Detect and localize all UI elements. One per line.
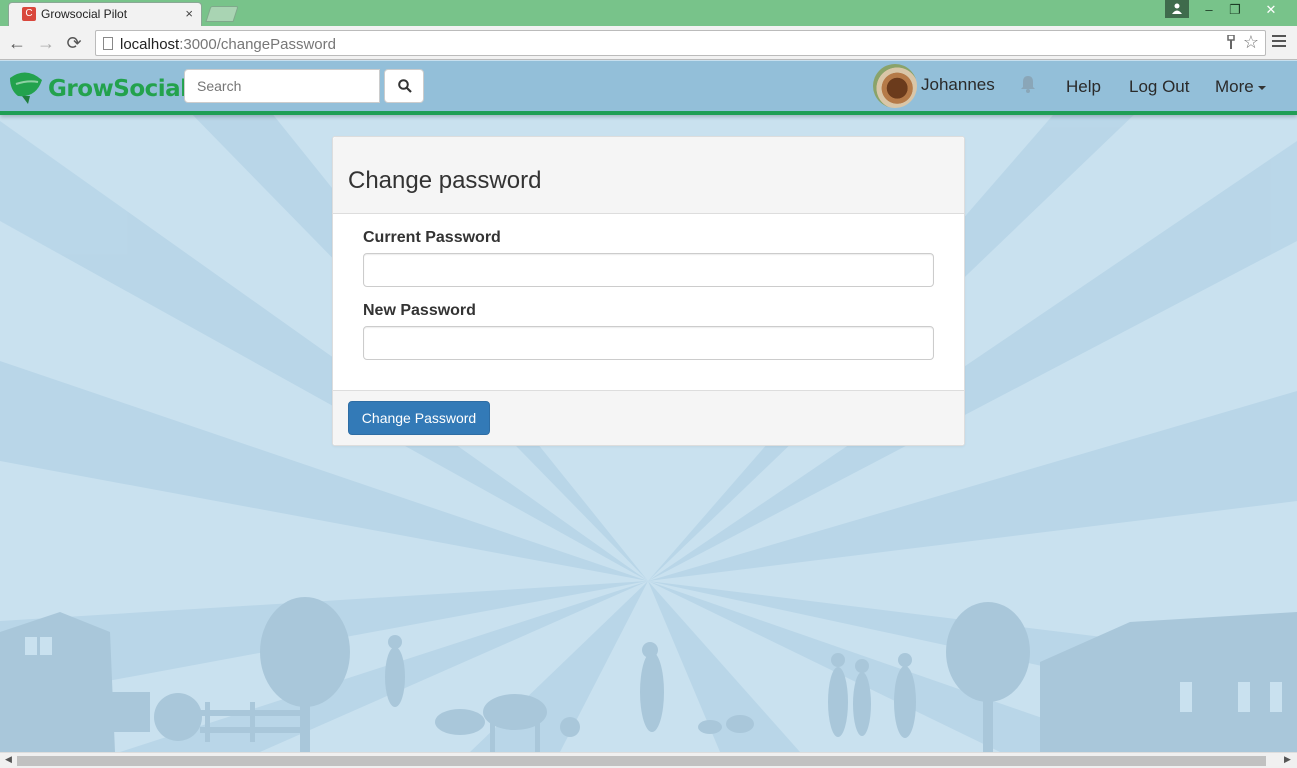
change-password-panel: Change password Current Password New Pas… <box>332 136 965 446</box>
horizontal-scrollbar[interactable]: ◀ ▶ <box>0 752 1297 768</box>
close-window-icon[interactable]: ✕ <box>1258 0 1284 20</box>
scroll-left-icon[interactable]: ◀ <box>5 754 12 765</box>
key-icon[interactable] <box>1227 34 1235 52</box>
bookmark-star-icon[interactable]: ☆ <box>1243 32 1259 53</box>
more-dropdown[interactable]: More <box>1215 77 1266 97</box>
current-password-field[interactable] <box>363 253 934 287</box>
panel-heading: Change password <box>333 137 964 214</box>
browser-toolbar: ← → ⟳ localhost:3000/changePassword ☆ <box>0 26 1297 60</box>
restore-icon[interactable]: ❐ <box>1222 0 1248 20</box>
forward-icon[interactable]: → <box>35 32 57 54</box>
profile-icon[interactable] <box>1165 0 1189 18</box>
caret-down-icon <box>1257 85 1266 90</box>
logout-link[interactable]: Log Out <box>1129 77 1190 97</box>
current-password-label: Current Password <box>363 229 501 246</box>
search-button[interactable] <box>384 69 424 103</box>
address-bar[interactable]: localhost:3000/changePassword ☆ <box>95 30 1266 56</box>
bell-icon[interactable] <box>1020 75 1036 98</box>
scrollbar-thumb[interactable] <box>17 756 1266 766</box>
more-label: More <box>1215 77 1254 96</box>
help-link[interactable]: Help <box>1066 77 1101 97</box>
browser-menu-icon[interactable] <box>1272 35 1286 47</box>
browser-tab[interactable]: C Growsocial Pilot × <box>8 2 202 26</box>
user-name-link[interactable]: Johannes <box>921 75 995 95</box>
new-tab-button[interactable] <box>205 6 239 22</box>
favicon-icon: C <box>22 7 36 21</box>
tab-close-icon[interactable]: × <box>185 6 193 21</box>
new-password-field[interactable] <box>363 326 934 360</box>
brand-logo[interactable]: GrowSocial <box>8 70 188 106</box>
panel-footer: Change Password <box>333 390 964 445</box>
change-password-button[interactable]: Change Password <box>348 401 490 435</box>
scroll-right-icon[interactable]: ▶ <box>1284 754 1291 765</box>
url-path: :3000/changePassword <box>179 36 336 53</box>
url-host: localhost <box>120 36 180 53</box>
avatar[interactable] <box>873 64 917 108</box>
page-viewport: GrowSocial Johannes Help Log Out More Ch… <box>0 61 1297 752</box>
site-navbar: GrowSocial Johannes Help Log Out More <box>0 61 1297 115</box>
search-icon <box>398 79 412 93</box>
farm-silhouette <box>0 597 1297 752</box>
back-icon[interactable]: ← <box>6 32 28 54</box>
page-icon <box>103 37 113 50</box>
brand-name: GrowSocial <box>48 76 188 102</box>
page-title: Change password <box>348 167 542 194</box>
leaf-logo-icon <box>10 72 42 104</box>
tab-title: Growsocial Pilot <box>41 7 128 21</box>
reload-icon[interactable]: ⟳ <box>63 32 85 54</box>
url-text: localhost:3000/changePassword <box>120 36 336 53</box>
minimize-icon[interactable]: – <box>1196 0 1222 20</box>
browser-titlebar: C Growsocial Pilot × – ❐ ✕ <box>0 0 1297 26</box>
new-password-label: New Password <box>363 302 476 319</box>
search-input[interactable] <box>184 69 380 103</box>
